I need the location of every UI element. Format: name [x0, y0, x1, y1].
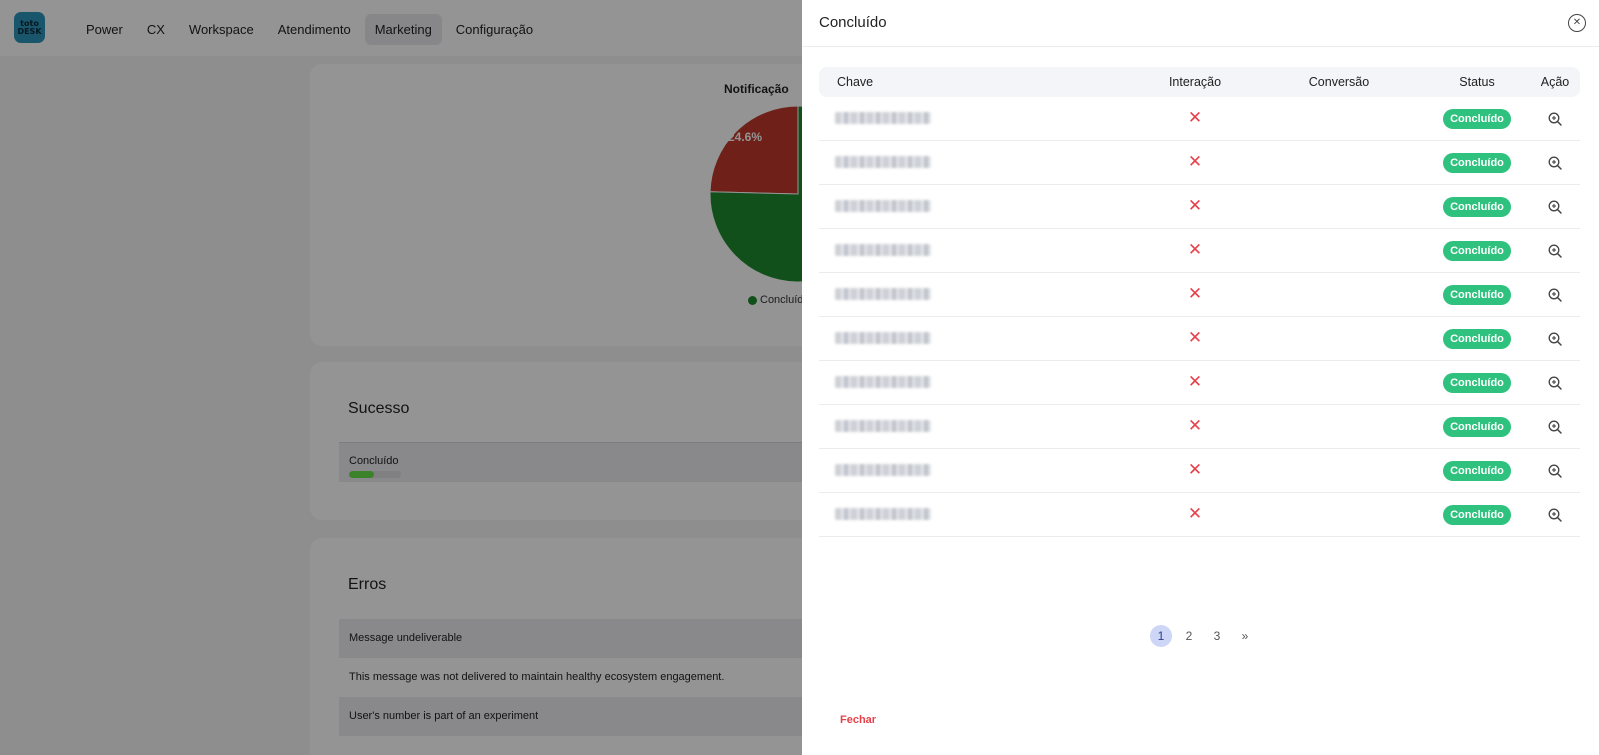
status-badge: Concluído — [1443, 461, 1511, 481]
status-badge: Concluído — [1443, 197, 1511, 217]
zoom-in-icon[interactable] — [1547, 155, 1563, 171]
status-badge: Concluído — [1443, 241, 1511, 261]
results-table: Chave Interação Conversão Status Ação ✕ C… — [819, 67, 1580, 537]
concluido-drawer: Concluído ✕ Chave Interação Conversão St… — [802, 0, 1599, 755]
status-badge: Concluído — [1443, 285, 1511, 305]
next-page-button[interactable]: » — [1234, 625, 1256, 647]
key-value-redacted — [835, 244, 931, 256]
key-value-redacted — [835, 508, 931, 520]
table-row: ✕ Concluído — [819, 361, 1580, 405]
zoom-in-icon[interactable] — [1547, 199, 1563, 215]
table-row: ✕ Concluído — [819, 317, 1580, 361]
interaction-x-icon: ✕ — [1187, 196, 1203, 215]
table-row: ✕ Concluído — [819, 405, 1580, 449]
status-badge: Concluído — [1443, 109, 1511, 129]
key-value-redacted — [835, 112, 931, 124]
status-badge: Concluído — [1443, 329, 1511, 349]
zoom-in-icon[interactable] — [1547, 463, 1563, 479]
page-button-1[interactable]: 1 — [1150, 625, 1172, 647]
key-value-redacted — [835, 156, 931, 168]
interaction-x-icon: ✕ — [1187, 108, 1203, 127]
zoom-in-icon[interactable] — [1547, 507, 1563, 523]
interaction-x-icon: ✕ — [1187, 240, 1203, 259]
fechar-button[interactable]: Fechar — [840, 714, 876, 726]
column-header-conversao: Conversão — [1308, 75, 1370, 89]
table-row: ✕ Concluído — [819, 97, 1580, 141]
key-value-redacted — [835, 200, 931, 212]
interaction-x-icon: ✕ — [1187, 504, 1203, 523]
table-row: ✕ Concluído — [819, 185, 1580, 229]
table-row: ✕ Concluído — [819, 273, 1580, 317]
status-badge: Concluído — [1443, 373, 1511, 393]
key-value-redacted — [835, 376, 931, 388]
page-button-3[interactable]: 3 — [1206, 625, 1228, 647]
page-button-2[interactable]: 2 — [1178, 625, 1200, 647]
zoom-in-icon[interactable] — [1547, 331, 1563, 347]
column-header-interacao: Interação — [1168, 75, 1222, 89]
interaction-x-icon: ✕ — [1187, 460, 1203, 479]
table-body: ✕ Concluído ✕ Concluído ✕ Concluído ✕ Concluído… — [819, 97, 1580, 537]
interaction-x-icon: ✕ — [1187, 416, 1203, 435]
zoom-in-icon[interactable] — [1547, 419, 1563, 435]
key-value-redacted — [835, 464, 931, 476]
status-badge: Concluído — [1443, 505, 1511, 525]
key-value-redacted — [835, 332, 931, 344]
status-badge: Concluído — [1443, 153, 1511, 173]
key-value-redacted — [835, 420, 931, 432]
interaction-x-icon: ✕ — [1187, 372, 1203, 391]
zoom-in-icon[interactable] — [1547, 375, 1563, 391]
column-header-acao: Ação — [1540, 75, 1570, 89]
key-value-redacted — [835, 288, 931, 300]
zoom-in-icon[interactable] — [1547, 243, 1563, 259]
column-header-status: Status — [1459, 75, 1495, 89]
status-badge: Concluído — [1443, 417, 1511, 437]
zoom-in-icon[interactable] — [1547, 111, 1563, 127]
drawer-title: Concluído — [819, 14, 887, 31]
table-row: ✕ Concluído — [819, 449, 1580, 493]
pagination: 1 2 3 » — [1150, 625, 1256, 647]
close-icon[interactable]: ✕ — [1568, 14, 1586, 32]
drawer-header: Concluído ✕ — [802, 0, 1599, 47]
interaction-x-icon: ✕ — [1187, 284, 1203, 303]
column-header-chave: Chave — [837, 75, 874, 89]
zoom-in-icon[interactable] — [1547, 287, 1563, 303]
table-row: ✕ Concluído — [819, 493, 1580, 537]
table-row: ✕ Concluído — [819, 141, 1580, 185]
table-header: Chave Interação Conversão Status Ação — [819, 67, 1580, 97]
interaction-x-icon: ✕ — [1187, 328, 1203, 347]
table-row: ✕ Concluído — [819, 229, 1580, 273]
interaction-x-icon: ✕ — [1187, 152, 1203, 171]
